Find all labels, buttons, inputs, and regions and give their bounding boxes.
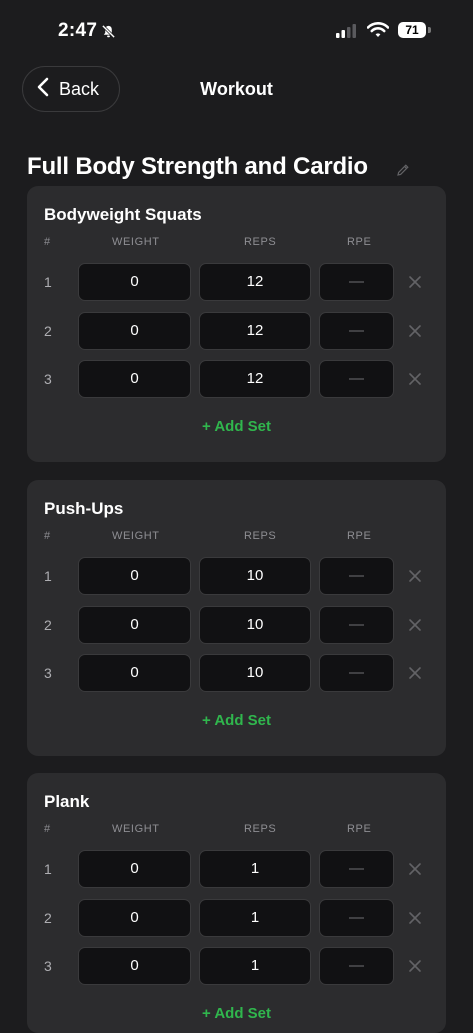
close-icon[interactable] — [405, 859, 425, 879]
weight-input[interactable]: 0 — [78, 654, 191, 692]
weight-input[interactable]: 0 — [78, 557, 191, 595]
rpe-input[interactable]: — — [319, 263, 394, 301]
nav-title: Workout — [200, 79, 273, 99]
status-time: 2:47 — [58, 20, 98, 41]
weight-input[interactable]: 0 — [78, 947, 191, 985]
set-row: 2 0 10— — [27, 606, 446, 644]
weight-input[interactable]: 0 — [78, 606, 191, 644]
column-header-reps: REPS — [244, 236, 277, 248]
rpe-input[interactable]: — — [319, 654, 394, 692]
exercise-card: Bodyweight Squats # WEIGHT REPS RPE 1 0 12—2 0 12… — [27, 186, 446, 462]
column-header-rpe: RPE — [347, 236, 372, 248]
workout-title[interactable]: Full Body Strength and Cardio — [27, 153, 368, 181]
battery-indicator: 71 — [398, 22, 426, 38]
column-header-set: # — [44, 236, 51, 248]
pencil-icon[interactable] — [396, 163, 410, 182]
close-icon[interactable] — [405, 615, 425, 635]
set-number: 2 — [44, 323, 52, 339]
set-row: 2 0 12— — [27, 312, 446, 350]
weight-input[interactable]: 0 — [78, 899, 191, 937]
set-row: 3 0 1— — [27, 947, 446, 985]
close-icon[interactable] — [405, 321, 425, 341]
close-icon[interactable] — [405, 956, 425, 976]
close-icon[interactable] — [405, 663, 425, 683]
column-header-weight: WEIGHT — [112, 530, 160, 542]
rpe-input[interactable]: — — [319, 606, 394, 644]
set-number: 1 — [44, 568, 52, 584]
set-row: 3 0 12— — [27, 360, 446, 398]
weight-input[interactable]: 0 — [78, 263, 191, 301]
column-header-rpe: RPE — [347, 530, 372, 542]
column-header-weight: WEIGHT — [112, 823, 160, 835]
weight-input[interactable]: 0 — [78, 312, 191, 350]
column-header-set: # — [44, 823, 51, 835]
reps-input[interactable]: 10 — [199, 654, 311, 692]
battery-nub — [428, 27, 431, 33]
reps-input[interactable]: 1 — [199, 947, 311, 985]
add-set-button[interactable]: + Add Set — [27, 1005, 446, 1022]
rpe-input[interactable]: — — [319, 360, 394, 398]
close-icon[interactable] — [405, 272, 425, 292]
reps-input[interactable]: 10 — [199, 606, 311, 644]
bell-slash-icon — [101, 24, 116, 44]
set-row: 3 0 10— — [27, 654, 446, 692]
rpe-input[interactable]: — — [319, 557, 394, 595]
column-header-reps: REPS — [244, 530, 277, 542]
set-row: 1 0 1— — [27, 850, 446, 888]
set-number: 3 — [44, 371, 52, 387]
close-icon[interactable] — [405, 908, 425, 928]
set-number: 1 — [44, 274, 52, 290]
set-row: 1 0 10— — [27, 557, 446, 595]
add-set-button[interactable]: + Add Set — [27, 418, 446, 435]
reps-input[interactable]: 1 — [199, 850, 311, 888]
column-header-set: # — [44, 530, 51, 542]
set-number: 2 — [44, 617, 52, 633]
exercise-card: Push-Ups # WEIGHT REPS RPE 1 0 10—2 0 10—3 0 10— + A… — [27, 480, 446, 756]
exercise-name[interactable]: Push-Ups — [44, 499, 123, 519]
rpe-input[interactable]: — — [319, 899, 394, 937]
exercise-name[interactable]: Bodyweight Squats — [44, 205, 202, 225]
set-number: 3 — [44, 665, 52, 681]
set-number: 2 — [44, 910, 52, 926]
status-bar: 2:47 71 — [0, 0, 473, 64]
reps-input[interactable]: 12 — [199, 360, 311, 398]
column-header-rpe: RPE — [347, 823, 372, 835]
weight-input[interactable]: 0 — [78, 360, 191, 398]
exercise-name[interactable]: Plank — [44, 792, 89, 812]
weight-input[interactable]: 0 — [78, 850, 191, 888]
column-header-reps: REPS — [244, 823, 277, 835]
reps-input[interactable]: 12 — [199, 312, 311, 350]
reps-input[interactable]: 12 — [199, 263, 311, 301]
add-set-button[interactable]: + Add Set — [27, 712, 446, 729]
set-number: 1 — [44, 861, 52, 877]
set-number: 3 — [44, 958, 52, 974]
close-icon[interactable] — [405, 369, 425, 389]
rpe-input[interactable]: — — [319, 312, 394, 350]
wifi-icon — [366, 22, 390, 43]
close-icon[interactable] — [405, 566, 425, 586]
column-header-weight: WEIGHT — [112, 236, 160, 248]
cellular-signal-icon — [336, 24, 358, 43]
exercise-card: Plank # WEIGHT REPS RPE 1 0 1—2 0 1—3 0 1— + Add Set — [27, 773, 446, 1033]
set-row: 2 0 1— — [27, 899, 446, 937]
rpe-input[interactable]: — — [319, 947, 394, 985]
rpe-input[interactable]: — — [319, 850, 394, 888]
set-row: 1 0 12— — [27, 263, 446, 301]
reps-input[interactable]: 10 — [199, 557, 311, 595]
reps-input[interactable]: 1 — [199, 899, 311, 937]
